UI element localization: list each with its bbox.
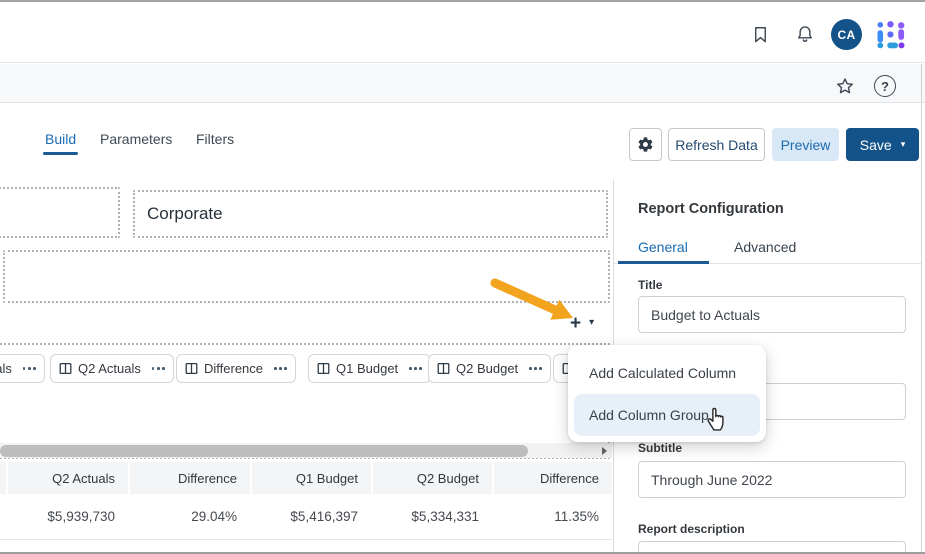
column-chip[interactable]: Difference (176, 354, 296, 383)
scrollbar-thumb[interactable] (0, 445, 528, 457)
header-row-cell[interactable] (3, 250, 610, 303)
panel-title: Report Configuration (638, 201, 784, 217)
table-header-row: Q2 Actuals Difference Q1 Budget Q2 Budge… (0, 462, 612, 494)
tab-filters[interactable]: Filters (196, 131, 234, 147)
window-scrollbar-track[interactable] (921, 64, 922, 552)
save-label: Save (860, 137, 892, 153)
table-header-cell: Q1 Budget (252, 462, 371, 494)
group-header-label: Corporate (147, 204, 223, 224)
menu-item-add-column-group[interactable]: Add Column Group (574, 394, 760, 436)
column-chip-label: Q1 Actuals (0, 361, 12, 376)
avatar-initials: CA (838, 28, 856, 42)
secondary-action-bar (0, 64, 925, 103)
table-header-cell: Q2 Actuals (8, 462, 128, 494)
title-input[interactable] (638, 296, 906, 333)
row-group-cell[interactable] (0, 187, 120, 238)
table-cell: $5,334,331 (373, 494, 492, 539)
column-chip[interactable]: Q1 Actuals (0, 354, 45, 383)
table-cell (0, 494, 6, 539)
help-glyph: ? (881, 79, 889, 94)
favorite-star-icon[interactable] (834, 75, 856, 97)
table-cell: $5,939,730 (8, 494, 128, 539)
refresh-data-button[interactable]: Refresh Data (668, 128, 765, 161)
caret-down-icon: ▾ (589, 318, 594, 328)
subtitle-input[interactable] (638, 461, 906, 498)
notifications-bell-icon[interactable] (794, 23, 816, 45)
chip-menu-icon[interactable] (152, 367, 165, 370)
settings-button[interactable] (629, 128, 662, 161)
column-icon (185, 362, 198, 375)
chip-menu-icon[interactable] (409, 367, 422, 370)
save-caret-down-icon: ▾ (901, 140, 906, 149)
tab-build[interactable]: Build (45, 131, 76, 147)
help-icon[interactable]: ? (874, 75, 896, 97)
menu-item-add-calculated-column[interactable]: Add Calculated Column (568, 354, 766, 392)
table-header-cell (0, 462, 6, 494)
save-button[interactable]: Save ▾ (846, 128, 919, 161)
preview-button[interactable]: Preview (772, 128, 839, 161)
add-column-button[interactable]: + ▾ (570, 312, 610, 334)
gear-icon (637, 136, 654, 153)
chip-menu-icon[interactable] (23, 367, 36, 370)
columns-zone: Q1 Actuals Q2 Actuals Difference Q1 Budg… (0, 343, 610, 459)
tab-advanced[interactable]: Advanced (734, 239, 796, 255)
window-top-edge (0, 0, 925, 2)
table-cell: 29.04% (130, 494, 250, 539)
column-icon (317, 362, 330, 375)
tab-parameters[interactable]: Parameters (100, 131, 172, 147)
table-header-cell: Difference (130, 462, 250, 494)
column-icon (437, 362, 450, 375)
report-builder-screen: CA ? Build Parameters Filters (0, 0, 925, 554)
subtitle-label: Subtitle (638, 441, 682, 455)
tab-general[interactable]: General (638, 239, 688, 255)
table-header-cell: Difference (494, 462, 612, 494)
group-header-cell[interactable]: Corporate (133, 190, 608, 238)
bookmark-icon[interactable] (749, 23, 771, 45)
column-chip-label: Difference (204, 361, 263, 376)
chip-menu-icon[interactable] (274, 367, 287, 370)
column-chip-label: Q2 Actuals (78, 361, 141, 376)
table-cell: $5,416,397 (252, 494, 371, 539)
panel-active-tab-underline (618, 261, 709, 264)
avatar[interactable]: CA (831, 19, 862, 50)
column-chip[interactable]: Q2 Budget (428, 354, 551, 383)
scroll-right-arrow-icon[interactable] (597, 443, 611, 458)
chip-menu-icon[interactable] (529, 367, 542, 370)
title-label: Title (638, 278, 662, 292)
table-cell: 11.35% (494, 494, 612, 539)
preview-table: Q2 Actuals Difference Q1 Budget Q2 Budge… (0, 462, 612, 540)
report-description-label: Report description (638, 522, 745, 536)
plus-icon: + (570, 314, 581, 333)
column-chip[interactable]: Q1 Budget (308, 354, 431, 383)
top-bar: CA (0, 2, 925, 63)
table-header-cell: Q2 Budget (373, 462, 492, 494)
horizontal-scrollbar[interactable] (0, 443, 612, 458)
column-icon (59, 362, 72, 375)
column-chip-label: Q1 Budget (336, 361, 398, 376)
active-tab-underline (43, 152, 78, 155)
column-chip[interactable]: Q2 Actuals (50, 354, 174, 383)
table-row: $5,939,730 29.04% $5,416,397 $5,334,331 … (0, 494, 612, 540)
column-chip-label: Q2 Budget (456, 361, 518, 376)
app-launcher-icon[interactable] (876, 20, 906, 50)
add-column-menu: Add Calculated Column Add Column Group (568, 345, 766, 442)
